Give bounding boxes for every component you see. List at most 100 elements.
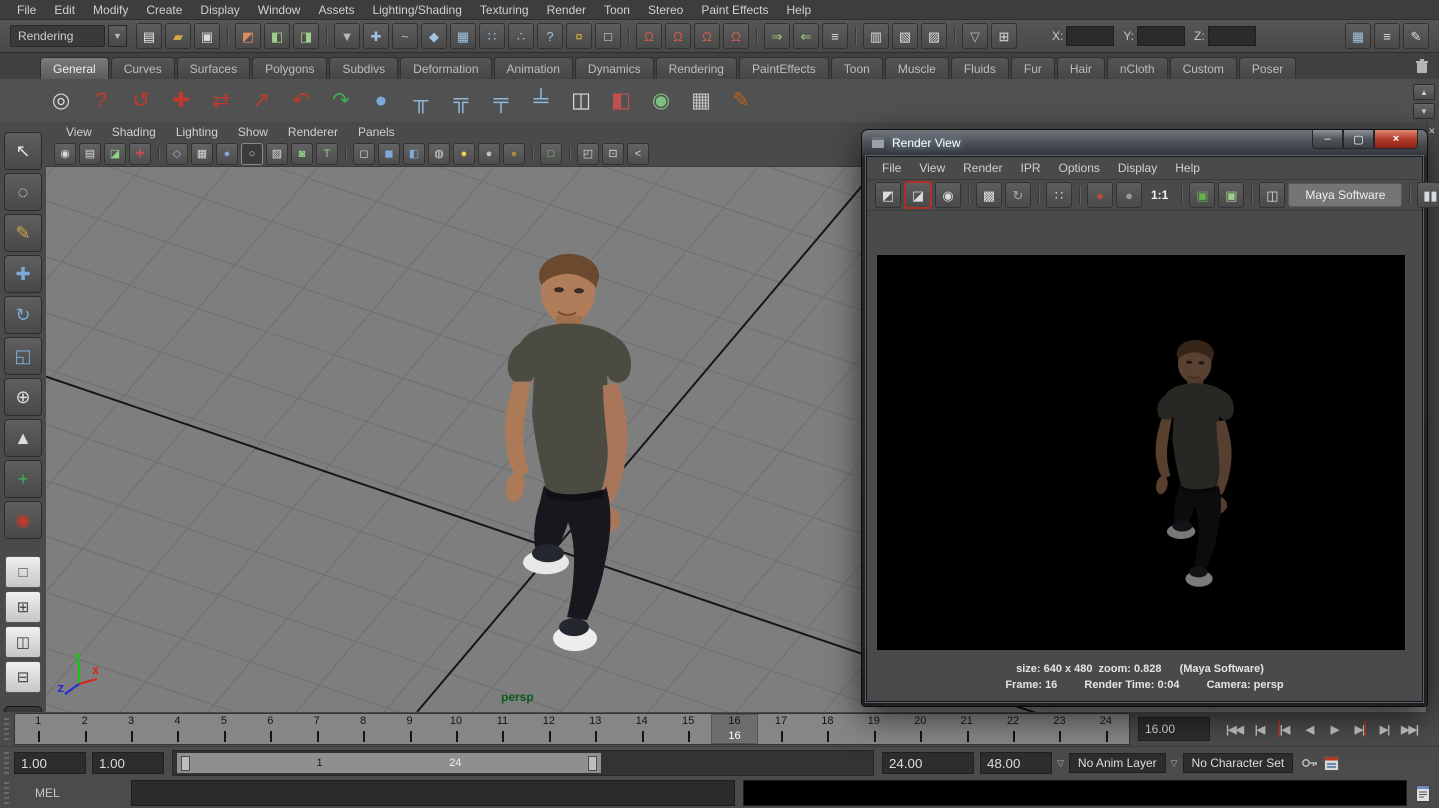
timeline-frame[interactable]: 22 <box>990 714 1036 744</box>
menu-help[interactable]: Help <box>778 3 821 17</box>
menu-paint-effects[interactable]: Paint Effects <box>692 3 777 17</box>
timeline-frame[interactable]: 4 <box>154 714 200 744</box>
animation-end-field[interactable] <box>980 752 1052 774</box>
show-manipulator-tool[interactable]: + <box>4 460 42 498</box>
refresh-ipr-image-button[interactable]: ↻ <box>1005 182 1031 208</box>
film-gate-icon[interactable]: ▦ <box>191 143 213 165</box>
select-misc-mask-button[interactable]: ? <box>537 23 563 49</box>
timeline-frame[interactable]: 19 <box>851 714 897 744</box>
two-sided-lighting-icon[interactable]: ◙ <box>291 143 313 165</box>
step-forward-frame-button[interactable]: ▶| <box>1372 718 1397 740</box>
lock-selection-button[interactable]: ¤ <box>566 23 592 49</box>
timeline-frame[interactable]: 13 <box>572 714 618 744</box>
shelf-tab-fur[interactable]: Fur <box>1011 57 1055 79</box>
panel-menu-renderer[interactable]: Renderer <box>278 125 348 139</box>
quick-selection-field-toggle[interactable]: ⊞ <box>991 23 1017 49</box>
timeline-frame[interactable]: 6 <box>247 714 293 744</box>
timeline-frame[interactable]: 18 <box>804 714 850 744</box>
single-pane-layout-button[interactable]: □ <box>5 556 41 588</box>
poly-combine-icon[interactable]: ▦ <box>684 84 718 118</box>
timeline-frame[interactable]: 2 <box>61 714 107 744</box>
script-editor-icon[interactable] <box>1413 782 1433 804</box>
step-back-frame-button[interactable]: |◀ <box>1247 718 1272 740</box>
move-tool[interactable]: ✚ <box>4 255 42 293</box>
menu-modify[interactable]: Modify <box>84 3 137 17</box>
shelf-tab-dynamics[interactable]: Dynamics <box>575 57 654 79</box>
close-icon[interactable]: ✕ <box>1428 126 1436 137</box>
construction-history-button[interactable]: ≡ <box>822 23 848 49</box>
new-scene-button[interactable]: ▤ <box>136 23 162 49</box>
go-to-end-button[interactable]: ▶▶| <box>1397 718 1422 740</box>
select-object-mode-button[interactable]: ◧ <box>264 23 290 49</box>
shelf-tab-fluids[interactable]: Fluids <box>951 57 1009 79</box>
rendered-image[interactable] <box>877 255 1405 650</box>
play-forwards-button[interactable]: ▶ <box>1322 718 1347 740</box>
channel-box-toggle[interactable]: ✎ <box>1403 23 1429 49</box>
shelf-tab-curves[interactable]: Curves <box>111 57 175 79</box>
character-set-dropdown-arrow-icon[interactable]: ▽ <box>1171 758 1178 769</box>
universal-manipulator-tool[interactable]: ⊕ <box>4 378 42 416</box>
playback-end-field[interactable] <box>882 752 974 774</box>
renderer-label[interactable]: Maya Software <box>1288 183 1402 207</box>
view-compass-icon[interactable]: ✚ <box>129 143 151 165</box>
shelf-tab-rendering[interactable]: Rendering <box>656 57 737 79</box>
select-dynamics-mask-button[interactable]: ∴ <box>508 23 534 49</box>
selection-mask-dropdown[interactable]: ▼ <box>334 23 360 49</box>
shelf-tab-subdivs[interactable]: Subdivs <box>329 57 398 79</box>
shelf-tab-toon[interactable]: Toon <box>831 57 883 79</box>
panel-menu-show[interactable]: Show <box>228 125 278 139</box>
menu-lighting-shading[interactable]: Lighting/Shading <box>363 3 470 17</box>
input-connections-button[interactable]: ⇒ <box>764 23 790 49</box>
pause-ipr-tuning-button[interactable]: ▮▮ <box>1417 182 1439 208</box>
use-all-lights-icon[interactable]: ◍ <box>428 143 450 165</box>
lasso-select-tool[interactable]: ◌ <box>4 173 42 211</box>
shelf-scroll-up-icon[interactable]: ▲ <box>1413 84 1435 100</box>
menu-assets[interactable]: Assets <box>309 3 363 17</box>
panel-menu-view[interactable]: View <box>56 125 102 139</box>
minimize-button[interactable]: – <box>1312 130 1343 149</box>
snap-to-grids-button[interactable]: Ω <box>636 23 662 49</box>
range-drag-handle[interactable] <box>4 752 9 774</box>
last-tool-used[interactable]: ◉ <box>4 501 42 539</box>
set-driven-key-icon[interactable]: ◧ <box>604 84 638 118</box>
assign-material-icon[interactable]: ◉ <box>644 84 678 118</box>
node-editor-icon[interactable]: ◫ <box>564 84 598 118</box>
timeline-frame[interactable]: 11 <box>479 714 525 744</box>
render-region-button[interactable]: ∷ <box>1046 182 1072 208</box>
multi-pane-icon[interactable]: ⊡ <box>602 143 624 165</box>
shelf-trash-icon[interactable] <box>1413 56 1431 76</box>
shelf-tab-polygons[interactable]: Polygons <box>252 57 327 79</box>
panel-menu-lighting[interactable]: Lighting <box>166 125 228 139</box>
tumble-camera-icon[interactable]: ↺ <box>124 84 158 118</box>
open-render-settings-button[interactable]: ◫ <box>1259 182 1285 208</box>
bookmark-view-icon[interactable]: ▤ <box>79 143 101 165</box>
tool-settings-toggle[interactable]: ≡ <box>1374 23 1400 49</box>
rv-menu-view[interactable]: View <box>910 161 954 175</box>
dolly-camera-icon[interactable]: ⇄ <box>204 84 238 118</box>
go-to-start-button[interactable]: |◀◀ <box>1222 718 1247 740</box>
select-deformations-mask-button[interactable]: ∷ <box>479 23 505 49</box>
x-coordinate-input[interactable] <box>1066 26 1114 46</box>
render-current-frame-button[interactable]: ▥ <box>863 23 889 49</box>
step-forward-key-button[interactable]: ▶| <box>1347 718 1372 740</box>
timeline-frame[interactable]: 16 16 <box>711 714 757 744</box>
outliner-persp-layout-button[interactable]: ◫ <box>5 626 41 658</box>
smooth-shade-icon[interactable]: ● <box>216 143 238 165</box>
display-rgb-channels-button[interactable]: ● <box>1087 182 1113 208</box>
mel-command-input[interactable] <box>131 780 735 806</box>
image-plane-icon[interactable]: ◪ <box>104 143 126 165</box>
menu-edit[interactable]: Edit <box>45 3 84 17</box>
command-feedback-field[interactable] <box>743 780 1407 806</box>
menu-display[interactable]: Display <box>191 3 248 17</box>
timeline-frame[interactable]: 1 <box>15 714 61 744</box>
track-camera-icon[interactable]: ✚ <box>164 84 198 118</box>
timeline-frame[interactable]: 3 <box>108 714 154 744</box>
menu-create[interactable]: Create <box>137 3 191 17</box>
animation-start-field[interactable] <box>14 752 86 774</box>
default-light-icon[interactable]: ● <box>453 143 475 165</box>
auto-keyframe-icon[interactable] <box>1301 756 1319 770</box>
timeline-frame[interactable]: 9 <box>386 714 432 744</box>
snapshot-button[interactable]: ◉ <box>935 182 961 208</box>
snap-to-points-button[interactable]: Ω <box>694 23 720 49</box>
playback-start-field[interactable] <box>92 752 164 774</box>
